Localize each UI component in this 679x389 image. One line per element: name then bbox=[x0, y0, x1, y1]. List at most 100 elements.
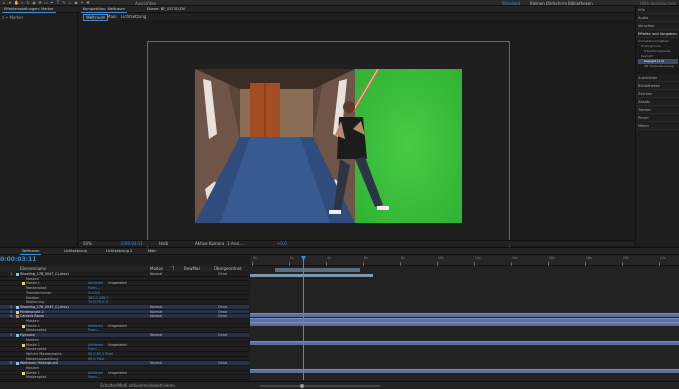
timeline-tabs: Weltraum Lichtsetzung Lichtsetzung 2 Mai… bbox=[0, 248, 679, 255]
panel-brush[interactable]: Pinsel bbox=[636, 114, 679, 122]
stamp-tool-icon[interactable]: ⊥ bbox=[68, 1, 72, 5]
ruler-label: 10s bbox=[438, 256, 444, 260]
label-color-swatch[interactable] bbox=[16, 334, 19, 338]
ruler-tick bbox=[437, 262, 438, 266]
roto-tool-icon[interactable]: ✦ bbox=[80, 1, 84, 5]
layer-mode[interactable]: Form... bbox=[88, 375, 100, 380]
playhead[interactable] bbox=[303, 256, 304, 380]
panel-audio[interactable]: Audio bbox=[636, 14, 679, 22]
label-color-swatch[interactable] bbox=[22, 324, 25, 328]
ruler-tick bbox=[548, 262, 549, 266]
panel-align[interactable]: Ausrichten bbox=[636, 74, 679, 82]
resolution-dropdown[interactable]: Halb bbox=[159, 241, 168, 246]
composite-footage-image bbox=[195, 69, 462, 223]
layer-name[interactable]: Maskenpfad bbox=[26, 375, 86, 380]
zoom-tool-icon[interactable]: ⌕ bbox=[20, 1, 24, 5]
label-color-swatch[interactable] bbox=[16, 305, 19, 309]
selection-tool-icon[interactable]: ➤ bbox=[8, 1, 12, 5]
zoom-slider-handle[interactable] bbox=[300, 384, 304, 388]
label-color-swatch[interactable] bbox=[16, 310, 19, 314]
layer-duration-bar[interactable] bbox=[250, 369, 679, 374]
pan-tool-icon[interactable]: ✥ bbox=[38, 1, 42, 5]
label-color-swatch[interactable] bbox=[16, 315, 19, 319]
layer-duration-bar[interactable] bbox=[250, 322, 679, 327]
ruler-tick bbox=[474, 262, 475, 266]
ruler-tick bbox=[622, 262, 623, 266]
panel-preview[interactable]: Vorschau bbox=[636, 22, 679, 30]
ruler-label: 16s bbox=[549, 256, 555, 260]
composition-panel: Komposition: Weltraum Ebene: BF_0372D.DV… bbox=[79, 6, 634, 248]
brush-tool-icon[interactable]: ✎ bbox=[62, 1, 66, 5]
ruler-label: 12s bbox=[475, 256, 481, 260]
ruler-tick bbox=[326, 262, 327, 266]
panel-character[interactable]: Zeichen bbox=[636, 90, 679, 98]
col-t[interactable]: T bbox=[172, 266, 174, 271]
col-parent[interactable]: Übergeordnet bbox=[214, 266, 242, 271]
composition-tab[interactable]: Komposition: Weltraum bbox=[81, 6, 127, 13]
layer-duration-bar[interactable] bbox=[250, 312, 679, 317]
label-color-swatch[interactable] bbox=[16, 362, 19, 366]
camera-dropdown[interactable]: Aktive Kamera bbox=[195, 241, 224, 246]
panel-info[interactable]: Info bbox=[636, 6, 679, 14]
view-dropdown[interactable]: 1 Ansi... bbox=[227, 241, 243, 246]
effects-tree-item[interactable]: 3D Tiefensteuerung bbox=[638, 64, 678, 69]
layer-duration-bar[interactable] bbox=[250, 317, 679, 322]
composition-header: Komposition: Weltraum Ebene: BF_0372D.DV bbox=[79, 6, 634, 13]
col-layer-name[interactable]: Ebenenname bbox=[20, 266, 46, 271]
hand-tool-icon[interactable]: ✋ bbox=[14, 1, 19, 5]
rotate-tool-icon[interactable]: ↻ bbox=[26, 1, 30, 5]
panel-tracker[interactable]: Tracker bbox=[636, 106, 679, 114]
layer-tab[interactable]: Ebene: BF_0372D.DV bbox=[145, 6, 187, 13]
effect-controls-tab[interactable]: Effekteinstellungen: Marker bbox=[2, 6, 56, 13]
col-trkmat[interactable]: BewMas bbox=[184, 266, 200, 271]
breadcrumb-weltraum[interactable]: Weltraum bbox=[83, 14, 109, 21]
zoom-dropdown[interactable]: 50% bbox=[83, 241, 92, 246]
col-mode[interactable]: Modus bbox=[150, 266, 163, 271]
panel-libraries[interactable]: Bibliotheken bbox=[636, 82, 679, 90]
home-icon[interactable]: ⌂ bbox=[2, 1, 6, 5]
camera-tool-icon[interactable]: ◉ bbox=[32, 1, 36, 5]
toggle-switches-modes[interactable]: Schalter/Modi aktivieren/deaktivieren bbox=[100, 383, 175, 388]
pen-tool-icon[interactable]: ✒ bbox=[50, 1, 54, 5]
effects-tree: Animationsvorgaben Hintergründe Transiti… bbox=[636, 38, 679, 74]
ruler-label: 8s bbox=[401, 256, 405, 260]
effect-controls-subtitle: n • Marker bbox=[2, 15, 24, 20]
comp-timecode[interactable]: 0:00:03:11 bbox=[121, 241, 143, 246]
timeline-timecode[interactable]: 0:00:03:11 bbox=[0, 256, 36, 263]
ruler-label: 2s bbox=[290, 256, 294, 260]
label-color-swatch[interactable] bbox=[22, 343, 25, 347]
breadcrumb-main[interactable]: Main bbox=[107, 14, 117, 19]
timeline-tab-weltraum[interactable]: Weltraum bbox=[20, 248, 42, 255]
timeline-tab-lichtsetzung[interactable]: Lichtsetzung bbox=[62, 248, 89, 255]
footage-frame bbox=[195, 69, 462, 223]
timeline-panel: Weltraum Lichtsetzung Lichtsetzung 2 Mai… bbox=[0, 247, 679, 389]
panel-paragraph[interactable]: Absatz bbox=[636, 98, 679, 106]
mask-tool-icon[interactable]: ▭ bbox=[44, 1, 48, 5]
timeline-column-header: Ebenenname Modus T BewMas Übergeordnet bbox=[0, 266, 249, 271]
ruler-tick bbox=[289, 262, 290, 266]
layer-duration-bar[interactable] bbox=[250, 341, 679, 346]
layer-bar-1[interactable] bbox=[250, 274, 373, 277]
exposure-value[interactable]: +0,0 bbox=[277, 241, 287, 246]
ruler-tick bbox=[585, 262, 586, 266]
eraser-tool-icon[interactable]: ◆ bbox=[74, 1, 78, 5]
label-color-swatch[interactable] bbox=[16, 273, 19, 276]
panel-paint[interactable]: Malen bbox=[636, 122, 679, 130]
timeline-graph: 0s 2s 4s 6s 8s 10s 12s 14s 16s 18s 20s 22s bbox=[250, 256, 679, 380]
ruler-tick bbox=[363, 262, 364, 266]
time-ruler[interactable]: 0s 2s 4s 6s 8s 10s 12s 14s 16s 18s 20s 22s bbox=[250, 256, 679, 266]
timeline-bars bbox=[250, 280, 679, 388]
panel-effects-presets[interactable]: Effekte und Vorgaben bbox=[636, 30, 679, 38]
zoom-slider[interactable] bbox=[260, 385, 380, 387]
timeline-tab-lichtsetzung-2[interactable]: Lichtsetzung 2 bbox=[104, 248, 134, 255]
text-tool-icon[interactable]: T bbox=[56, 1, 60, 5]
work-area-bar[interactable] bbox=[275, 268, 360, 272]
label-color-swatch[interactable] bbox=[22, 371, 25, 375]
breadcrumb-lichtsetzung[interactable]: Lichtsetzung bbox=[121, 14, 146, 19]
ruler-tick bbox=[252, 262, 253, 266]
ruler-tick bbox=[659, 262, 660, 266]
timeline-tab-main[interactable]: Main bbox=[146, 248, 159, 255]
puppet-tool-icon[interactable]: ✱ bbox=[86, 1, 90, 5]
label-color-swatch[interactable] bbox=[22, 282, 25, 286]
layer-row[interactable]: Maskenpfad Form... bbox=[0, 375, 249, 380]
